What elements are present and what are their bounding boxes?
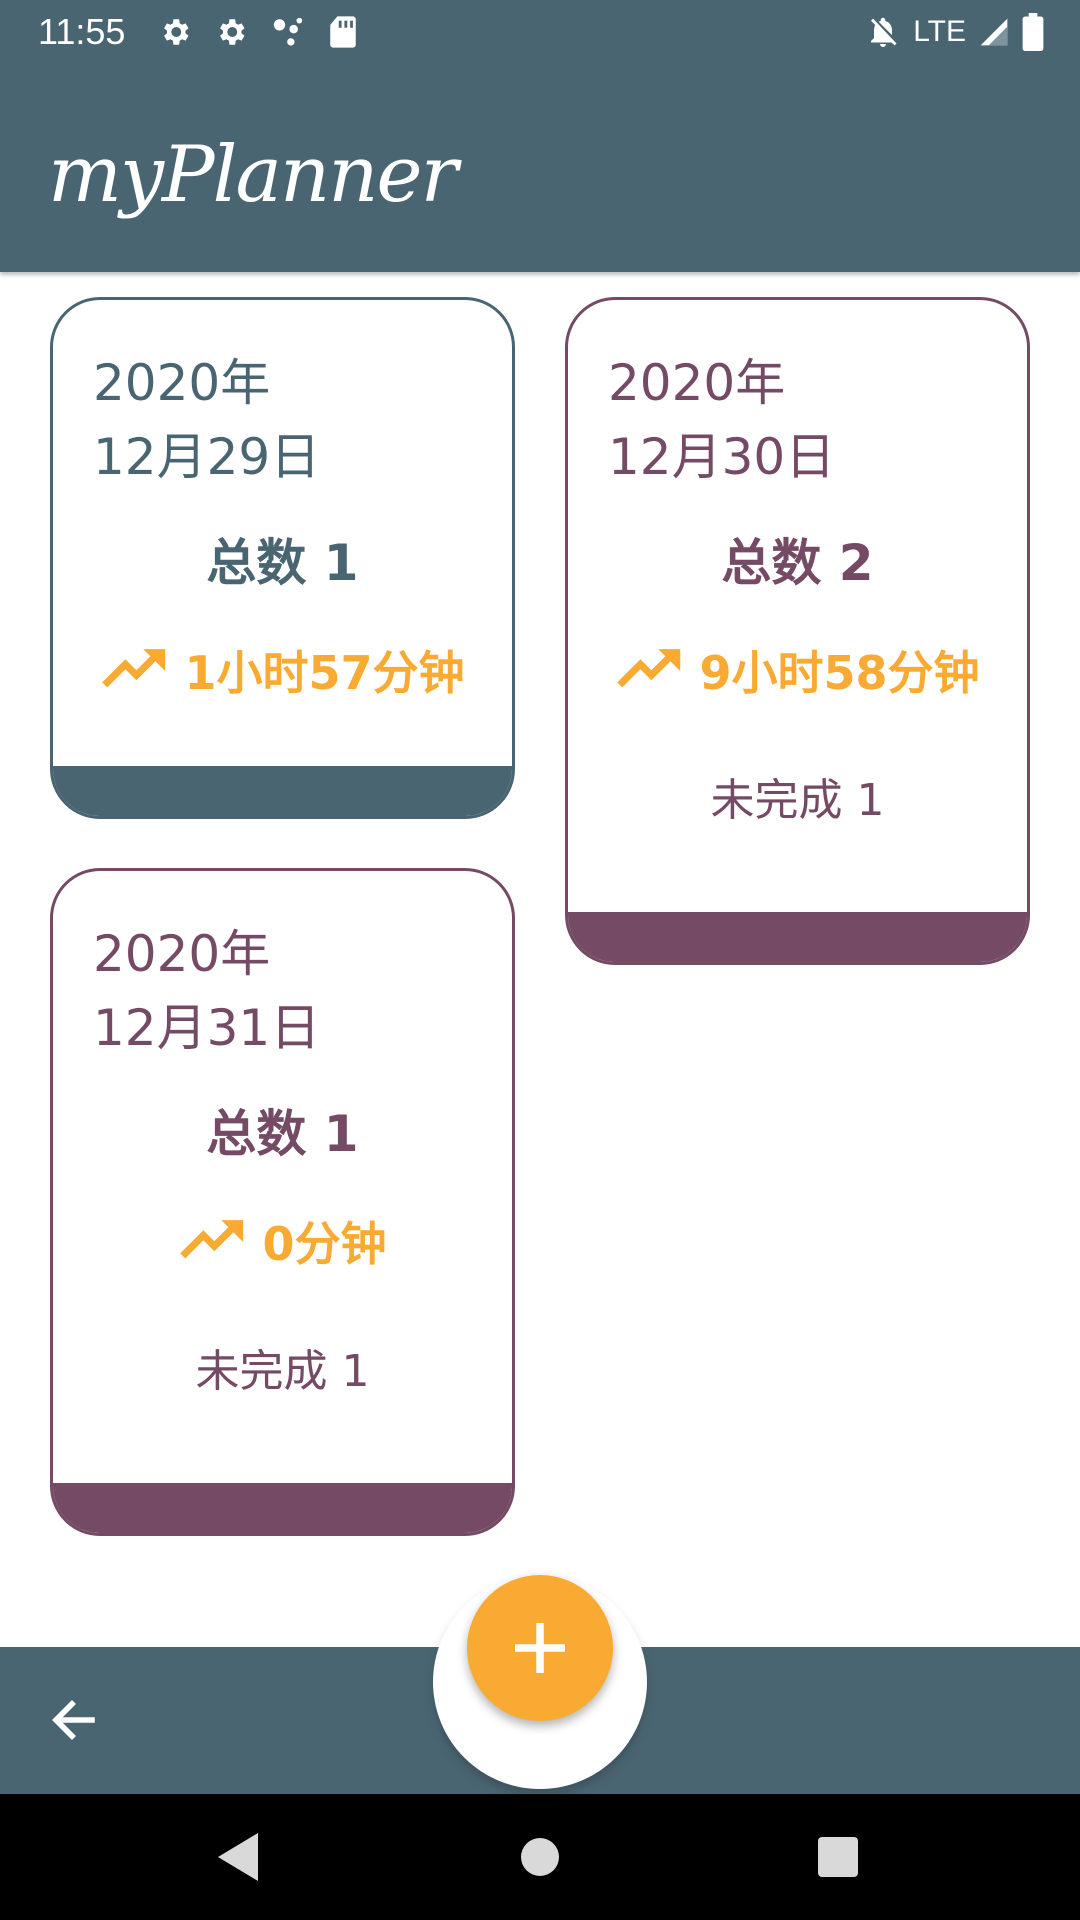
assistant-dots-icon [270,15,306,49]
status-time: 11:55 [38,11,126,52]
card-date: 2020年 12月31日 [93,917,320,1065]
card-date-day: 12月30日 [608,428,836,486]
nav-home-icon [521,1838,559,1876]
trending-up-icon [615,643,685,703]
card-total: 总数 1 [206,534,359,592]
nav-back-button[interactable] [205,1824,271,1890]
card-incomplete: 未完成 1 [195,1346,370,1397]
card-footer [53,766,512,816]
card-date: 2020年 12月29日 [93,346,320,494]
status-icons-right: LTE [865,12,1044,52]
card-date-year: 2020年 [93,925,271,983]
card-total: 总数 1 [206,1105,359,1163]
system-nav-bar [0,1794,1080,1920]
nav-back-icon [218,1833,258,1881]
add-button[interactable] [467,1575,613,1721]
nav-home-button[interactable] [507,1824,573,1890]
card-total: 总数 2 [721,534,874,592]
card-incomplete: 未完成 1 [710,775,885,826]
settings-icon [214,15,248,49]
add-icon [515,1623,565,1673]
card-duration-text: 1小时57分钟 [184,646,465,700]
back-button[interactable] [44,1694,104,1746]
card-duration: 0分钟 [53,1214,512,1274]
settings-icon [158,15,192,49]
network-type: LTE [913,15,966,48]
card-date-year: 2020年 [93,354,271,412]
card-duration-text: 9小时58分钟 [699,646,980,700]
nav-recents-icon [818,1837,858,1877]
card-date-day: 12月31日 [93,999,321,1057]
battery-icon [1022,13,1044,51]
app-bar: myPlanner [0,64,1080,272]
card-footer [53,1483,512,1533]
day-card-1229[interactable]: 2020年 12月29日 总数 1 1小时57分钟 [50,297,515,819]
status-icons-left [158,14,358,50]
trending-up-icon [178,1214,248,1274]
card-footer [568,912,1027,962]
card-date: 2020年 12月30日 [608,346,835,494]
trending-up-icon [100,643,170,703]
notifications-off-icon [865,14,901,50]
status-bar: 11:55 LTE [0,0,1080,64]
card-duration: 1小时57分钟 [53,643,512,703]
signal-icon [978,16,1010,48]
card-duration: 9小时58分钟 [568,643,1027,703]
card-date-year: 2020年 [608,354,786,412]
arrow-back-icon [52,1700,95,1740]
nav-recents-button[interactable] [805,1824,871,1890]
app-logo: myPlanner [48,130,458,220]
day-card-1230[interactable]: 2020年 12月30日 总数 2 9小时58分钟 未完成 1 [565,297,1030,965]
card-duration-text: 0分钟 [262,1217,387,1271]
card-date-day: 12月29日 [93,428,321,486]
sd-card-icon [328,15,358,49]
day-card-1231[interactable]: 2020年 12月31日 总数 1 0分钟 未完成 1 [50,868,515,1536]
